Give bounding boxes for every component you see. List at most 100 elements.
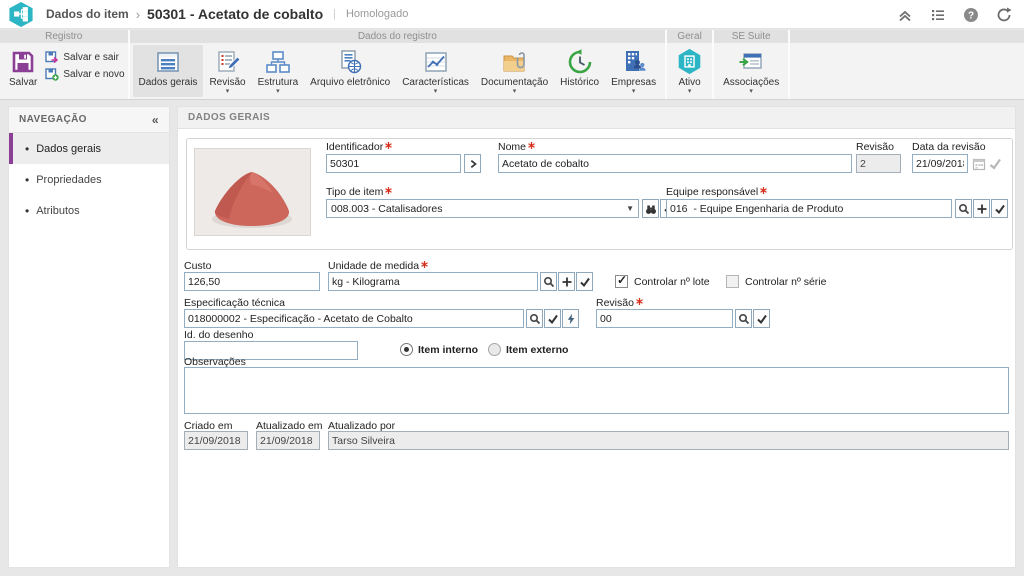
revisao-espec-apply-button[interactable] — [753, 309, 770, 328]
section-header: SE Suite — [714, 30, 788, 43]
especificacao-search-button[interactable] — [526, 309, 543, 328]
unidade-add-button[interactable] — [558, 272, 575, 291]
equipe-add-button[interactable] — [973, 199, 990, 218]
associations-icon — [738, 48, 764, 75]
plus-icon — [561, 276, 573, 288]
save-new-button[interactable]: Salvar e novo — [45, 66, 124, 83]
binoculars-icon — [645, 203, 657, 215]
dropdown-arrow-icon: ▾ — [688, 88, 692, 96]
breadcrumb-root[interactable]: Dados do item — [46, 7, 129, 21]
dropdown-arrow-icon: ▾ — [434, 88, 438, 96]
status-badge: Homologado — [346, 8, 408, 20]
toolbar-button-label: Associações — [723, 77, 779, 88]
observacoes-textarea[interactable] — [184, 367, 1009, 414]
collapse-ribbon-icon[interactable] — [897, 7, 913, 23]
dropdown-arrow-icon: ▾ — [276, 88, 280, 96]
help-icon[interactable]: ? — [963, 7, 979, 23]
especificacao-apply-button[interactable] — [544, 309, 561, 328]
sidebar-item-propriedades[interactable]: • Propriedades — [9, 164, 169, 195]
main-panel: DADOS GERAIS Identificador Nome Revisão — [177, 106, 1016, 568]
toolbar-button-historico[interactable]: Histórico — [554, 45, 605, 97]
topbar-actions: ? — [897, 0, 1012, 29]
data-revisao-input[interactable] — [912, 154, 968, 173]
criado-em-input — [184, 431, 248, 450]
item-photo[interactable] — [194, 148, 311, 236]
save-new-icon — [45, 68, 59, 81]
index-list-icon[interactable] — [930, 7, 946, 23]
equipe-apply-button[interactable] — [991, 199, 1008, 218]
tipo-item-select[interactable]: 008.003 - Catalisadores ▼ — [326, 199, 639, 218]
ribbon-toolbar: Registro Salvar — [0, 30, 1024, 100]
item-externo-label: Item externo — [506, 344, 568, 356]
toolbar-button-revisao[interactable]: Revisão ▾ — [203, 45, 251, 97]
revision-icon — [215, 48, 241, 75]
dropdown-arrow-icon: ▾ — [513, 88, 517, 96]
toolbar-button-associacoes[interactable]: Associações ▾ — [717, 45, 785, 97]
data-revisao-label: Data da revisão — [912, 141, 986, 153]
revisao-input — [856, 154, 901, 173]
refresh-icon[interactable] — [996, 7, 1012, 23]
toolbar-button-arquivo-eletronico[interactable]: Arquivo eletrônico — [304, 45, 396, 97]
nome-input[interactable] — [498, 154, 852, 173]
controlar-serie-checkbox — [726, 275, 739, 288]
unidade-apply-button[interactable] — [576, 272, 593, 291]
calendar-icon — [972, 157, 986, 171]
app-logo-icon — [6, 1, 36, 28]
characteristics-icon — [423, 48, 449, 75]
sidebar-item-atributos[interactable]: • Atributos — [9, 195, 169, 226]
ribbon-section-dados-registro: Dados do registro Dados gerais — [130, 30, 668, 99]
unidade-search-button[interactable] — [540, 272, 557, 291]
required-icon — [760, 187, 767, 194]
ribbon-filler — [790, 30, 1024, 99]
save-icon — [11, 48, 35, 75]
identificador-label: Identificador — [326, 141, 392, 153]
toolbar-button-dados-gerais[interactable]: Dados gerais — [133, 45, 204, 97]
history-icon — [567, 48, 593, 75]
toolbar-button-estrutura[interactable]: Estrutura ▾ — [252, 45, 305, 97]
svg-text:?: ? — [968, 10, 974, 21]
toolbar-button-documentacao[interactable]: Documentação ▾ — [475, 45, 554, 97]
equipe-input[interactable] — [666, 199, 952, 218]
toolbar-button-caracteristicas[interactable]: Características ▾ — [396, 45, 475, 97]
section-header: Geral — [667, 30, 712, 43]
electronic-file-icon — [337, 48, 363, 75]
section-header: Dados do registro — [130, 30, 666, 43]
bullet-icon: • — [25, 204, 29, 218]
sidebar-item-dados-gerais[interactable]: • Dados gerais — [9, 133, 169, 164]
item-externo-radio[interactable] — [488, 343, 501, 356]
ribbon-section-se-suite: SE Suite Associações ▾ — [714, 30, 790, 99]
equipe-search-button[interactable] — [955, 199, 972, 218]
required-icon — [636, 298, 643, 305]
unidade-input[interactable] — [328, 272, 538, 291]
save-new-label: Salvar e novo — [63, 69, 124, 80]
check-icon-disabled — [988, 157, 1002, 171]
especificacao-view-button[interactable] — [562, 309, 579, 328]
especificacao-input[interactable] — [184, 309, 524, 328]
page-title: 50301 - Acetato de cobalto — [147, 6, 323, 22]
save-exit-icon — [45, 51, 59, 64]
atualizado-em-input — [256, 431, 320, 450]
toolbar-button-empresas[interactable]: Empresas ▾ — [605, 45, 662, 97]
revisao-espec-search-button[interactable] — [735, 309, 752, 328]
controlar-serie-label: Controlar nº série — [745, 276, 826, 288]
toolbar-button-label: Arquivo eletrônico — [310, 77, 390, 88]
toolbar-button-ativo[interactable]: Ativo ▾ — [670, 45, 709, 97]
arrow-right-icon — [468, 159, 478, 169]
identificador-goto-button[interactable] — [464, 154, 481, 173]
sidebar-collapse-icon[interactable]: « — [152, 113, 159, 127]
controlar-lote-checkbox[interactable] — [615, 275, 628, 288]
item-interno-radio[interactable] — [400, 343, 413, 356]
identificador-input[interactable] — [326, 154, 461, 173]
toolbar-button-label: Dados gerais — [139, 77, 198, 88]
custo-input[interactable] — [184, 272, 320, 291]
dropdown-arrow-icon: ▾ — [226, 88, 230, 96]
magnifier-icon — [738, 313, 750, 325]
revisao-espec-input[interactable] — [596, 309, 733, 328]
save-exit-button[interactable]: Salvar e sair — [45, 49, 124, 66]
save-button[interactable]: Salvar — [3, 45, 43, 89]
plus-icon — [976, 203, 988, 215]
tipo-item-search-button[interactable] — [642, 199, 659, 218]
check-icon — [579, 276, 591, 288]
bullet-icon: • — [25, 173, 29, 187]
toolbar-button-label: Empresas — [611, 77, 656, 88]
